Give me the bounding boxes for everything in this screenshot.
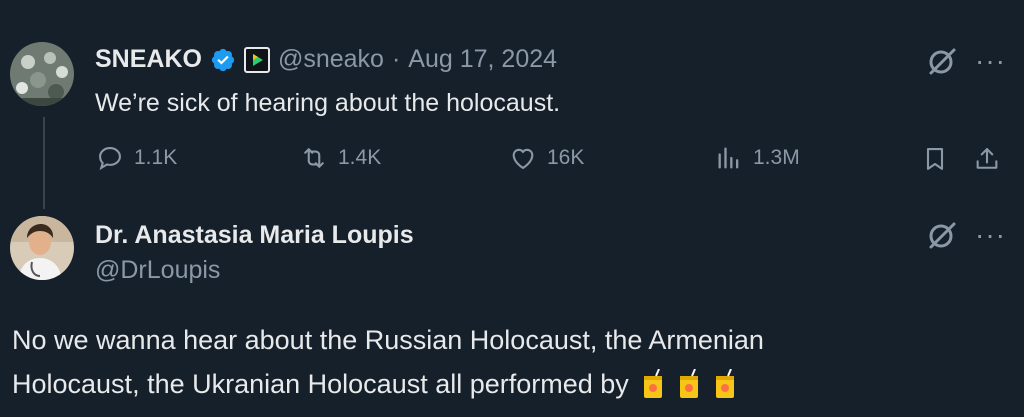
juice-box-icon <box>677 368 701 398</box>
sneako-avatar[interactable] <box>10 42 74 106</box>
like-button[interactable]: 16K <box>509 144 584 172</box>
tweet1-header: SNEAKO @sneako · Aug 17, 2024 <box>95 45 557 74</box>
verified-badge-icon <box>210 47 236 73</box>
tweet2-display-name[interactable]: Dr. Anastasia Maria Loupis <box>95 221 414 250</box>
reply-icon <box>99 147 121 171</box>
juice-box-icon <box>713 368 737 398</box>
tweet1-display-name[interactable]: SNEAKO <box>95 45 202 74</box>
tweet2-handle[interactable]: @DrLoupis <box>95 256 220 285</box>
share-icon[interactable] <box>969 141 1005 177</box>
reply-count: 1.1K <box>134 146 178 169</box>
repost-button[interactable]: 1.4K <box>300 144 381 172</box>
tweet1-handle[interactable]: @sneako <box>278 45 384 74</box>
tweet1-text: We’re sick of hearing about the holocaus… <box>95 89 561 117</box>
repost-count: 1.4K <box>338 146 382 169</box>
views-count: 1.3M <box>753 146 800 169</box>
juice-box-icon <box>641 368 665 398</box>
bookmark-icon[interactable] <box>917 141 953 177</box>
like-count: 16K <box>547 146 585 169</box>
more-icon[interactable]: ··· <box>975 47 1006 75</box>
drloupis-avatar[interactable] <box>10 216 74 280</box>
views-button[interactable]: 1.3M <box>715 144 800 172</box>
tweet2-text-line2-words: Holocaust, the Ukranian Holocaust all pe… <box>12 369 629 399</box>
grok-icon[interactable] <box>924 217 960 253</box>
affiliate-badge-icon[interactable] <box>243 46 270 73</box>
like-icon <box>512 148 534 170</box>
views-icon <box>718 147 739 169</box>
grok-icon[interactable] <box>924 43 960 79</box>
thread-connector-line <box>43 117 45 209</box>
tweet2-text-line1: No we wanna hear about the Russian Holoc… <box>12 325 764 355</box>
repost-icon <box>304 148 324 168</box>
tweet2-text-line2: Holocaust, the Ukranian Holocaust all pe… <box>12 362 1012 406</box>
tweet1-date[interactable]: Aug 17, 2024 <box>408 45 557 74</box>
tweet2-text: No we wanna hear about the Russian Holoc… <box>12 318 1012 406</box>
more-icon[interactable]: ··· <box>975 221 1006 249</box>
reply-button[interactable]: 1.1K <box>96 144 177 172</box>
tweet1-separator: · <box>391 45 401 73</box>
